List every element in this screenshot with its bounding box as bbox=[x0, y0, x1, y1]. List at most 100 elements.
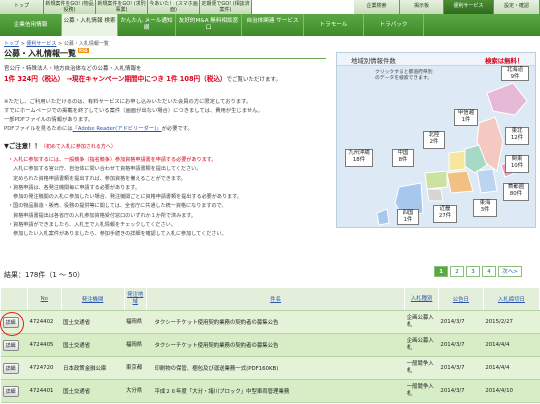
page-4[interactable]: 4 bbox=[482, 266, 496, 277]
subnav-credit-info[interactable]: 企業信用情報 bbox=[0, 14, 62, 36]
region-shikoku[interactable]: 四国 1件 bbox=[397, 209, 419, 225]
subnav-bid-search[interactable]: 公募・入札情報 検索 bbox=[62, 14, 118, 36]
page-1[interactable]: 1 bbox=[434, 266, 448, 277]
cell-no: 4724401 bbox=[27, 379, 62, 403]
intro-text: 官公庁・特殊法人・地方自治体などの公募・入札情報を bbox=[4, 66, 142, 72]
cell-kind: 一般競争入札 bbox=[404, 356, 439, 380]
col-org[interactable]: 発注機関 bbox=[60, 287, 125, 311]
cell-date: 2014/3/7 bbox=[438, 379, 484, 403]
nav-services[interactable]: 便利サービス bbox=[444, 0, 494, 14]
nav-subscription[interactable]: 定期便でGO! (相談済案件) bbox=[200, 0, 252, 14]
page-3[interactable]: 3 bbox=[466, 266, 480, 277]
page-2[interactable]: 2 bbox=[450, 266, 464, 277]
region-hokuriku[interactable]: 北陸 2件 bbox=[423, 131, 445, 149]
cell-no: 4724405 bbox=[27, 333, 62, 357]
note-line: ※ただし、ご利用いただけるのは、有料サービスにお申し込みいただいた会員の方に限定… bbox=[4, 99, 252, 105]
cell-title: タクシーチケット使用契約業務の契約者の募集公告 bbox=[146, 333, 405, 357]
detail-button[interactable]: 詳細 bbox=[2, 385, 19, 397]
cell-region: 福岡県 bbox=[124, 333, 147, 357]
caution-subtitle: （初めて入札に参加される方へ） bbox=[40, 144, 116, 150]
caution-line: 定められた資格申請書類を提出すれば、参加資格を備えることができます。 bbox=[8, 175, 186, 182]
nav-spacer bbox=[252, 0, 354, 14]
col-date[interactable]: 公告日 bbox=[437, 287, 484, 311]
adobe-reader-link[interactable]: 『Adobe Reader(アドビリーダー)』 bbox=[73, 126, 162, 132]
table-header: No 発注機関 発注地域 件名 入札種別 公告日 入札締切日 bbox=[0, 287, 540, 311]
subnav-tramall[interactable]: トラモール bbox=[304, 14, 364, 36]
price-info: 1件 324円（税込） →現在キャンペーン期間中につき 1件 108円（税込）で… bbox=[4, 73, 281, 83]
breadcrumb-services[interactable]: 便利サービス bbox=[26, 41, 56, 47]
cell-org: 日本政策金融公庫 bbox=[61, 356, 124, 380]
caution-heading: ▼ご注意！！（初めて入札に参加される方へ） bbox=[4, 141, 116, 150]
caution-line: ・国の物品製造・販売、役務の提供等に関しては、全省庁に共通した統一資格になります… bbox=[8, 203, 227, 210]
cell-org: 国土交通省 bbox=[61, 333, 124, 357]
subnav-ma-consult[interactable]: 友好的M&A 無料相談窓口 bbox=[176, 14, 242, 36]
breadcrumb-current: 公募・入札情報一覧 bbox=[63, 41, 109, 47]
detail-button[interactable]: 詳細 bbox=[2, 362, 19, 374]
sub-nav: 企業信用情報 公募・入札情報 検索 かんたん メール通知網 友好的M&A 無料相… bbox=[0, 14, 540, 36]
price-main: 1件 324円（税込） →現在キャンペーン期間中につき 1件 108円（税込） bbox=[4, 75, 227, 83]
table-row: 詳細 4724405 国土交通省 福岡県 タクシーチケット使用契約業務の契約者の… bbox=[0, 333, 540, 357]
caution-line: 入札に参加する官公庁、自治体に問い合わせて資格申請書類を提出してください。 bbox=[8, 166, 202, 173]
caution-line: 参加の発注機関の入札に参加したい場合、発注機関ごとに資格申請書類を提出する必要が… bbox=[8, 194, 242, 201]
caution-line: ・資格申請は、各発注機関毎に申請する必要があります。 bbox=[8, 184, 140, 191]
caution-title: ▼ご注意！！ bbox=[4, 142, 41, 150]
breadcrumb: トップ > 便利サービス > 公募・入札情報一覧 bbox=[4, 40, 109, 47]
breadcrumb-sep: > bbox=[58, 41, 63, 47]
caution-line: ・入札に参加するには、一般競争（指名競争）参加資格申請書を申請する必要があります… bbox=[8, 157, 217, 163]
cell-deadline: 2014/4/4 bbox=[483, 356, 540, 380]
subnav-municipal[interactable]: 自治体関連 サービス bbox=[242, 14, 304, 36]
caution-line: 参加したい入札案件がありましたら、参加手続きの詳細を確認して入札に参加してくださ… bbox=[8, 231, 227, 238]
col-deadline[interactable]: 入札締切日 bbox=[482, 287, 540, 311]
cell-deadline: 2014/4/4 bbox=[483, 333, 540, 357]
table-row: 詳細 4724720 日本政策金融公庫 東京都 印刷物の保管、梱包及び運送業務一… bbox=[0, 356, 540, 380]
cell-region: 東京都 bbox=[124, 356, 147, 380]
nav-new-goods[interactable]: 新規案件をGO! (物品役務) bbox=[44, 0, 96, 14]
price-tail: でご覧いただけます。 bbox=[226, 77, 281, 83]
region-koshinetsu[interactable]: 甲信越 1件 bbox=[454, 109, 478, 126]
rss-icon[interactable]: RSS bbox=[78, 48, 89, 53]
nav-top[interactable]: トップ bbox=[0, 0, 44, 14]
region-hokkaido[interactable]: 北海道 9件 bbox=[501, 66, 529, 81]
detail-button[interactable]: 詳細 bbox=[2, 339, 19, 351]
region-map: 地域別情報件数 検索は無料！ クリックすると都道府県別 のデータを検索できます。… bbox=[336, 52, 536, 228]
caution-line: 資格申請書提出は各省庁の入札参加資格受付窓口のいずれか１か所で済みます。 bbox=[8, 212, 196, 219]
col-title[interactable]: 件名 bbox=[145, 287, 406, 311]
nav-mobile[interactable]: 今あいた！ (スマホ画面) bbox=[148, 0, 200, 14]
note-line: すでにホームページでの掲載を終了している案件（画面が出ない場合）につきましては、… bbox=[4, 108, 263, 114]
subnav-trapack[interactable]: トラパック bbox=[364, 14, 424, 36]
results-table: No 発注機関 発注地域 件名 入札種別 公告日 入札締切日 詳細 472440… bbox=[0, 287, 540, 403]
cell-org: 国土交通省 bbox=[61, 379, 124, 403]
region-kanto[interactable]: 関東 10件 bbox=[505, 155, 529, 173]
cell-deadline: 2015/2/27 bbox=[483, 310, 540, 334]
col-kind[interactable]: 入札種別 bbox=[404, 287, 439, 311]
pagination: 1 2 3 4 次へ> bbox=[434, 266, 522, 277]
region-kinki[interactable]: 近畿 27件 bbox=[433, 205, 457, 223]
col-region[interactable]: 発注地域 bbox=[123, 287, 147, 311]
cell-no: 4724402 bbox=[27, 310, 62, 334]
breadcrumb-home[interactable]: トップ bbox=[4, 41, 19, 47]
nav-new-bids[interactable]: 新規案件をGO! (求刑事業) bbox=[96, 0, 148, 14]
note-line: PDFファイルを見るためには『Adobe Reader(アドビリーダー)』が必要… bbox=[4, 126, 193, 132]
cell-kind: 一般競争入札 bbox=[404, 379, 439, 403]
breadcrumb-sep: > bbox=[20, 41, 25, 47]
col-no[interactable]: No bbox=[26, 287, 62, 311]
caution-list: ・入札に参加するには、一般競争（指名競争）参加資格申請書を申請する必要があります… bbox=[8, 156, 330, 240]
table-row: 詳細 4724401 国土交通省 大分県 平成２６年度「大分・諸川ブロック」中型… bbox=[0, 379, 540, 403]
region-tohoku[interactable]: 東北 12件 bbox=[505, 127, 529, 145]
cell-date: 2014/3/7 bbox=[438, 333, 484, 357]
region-kyushu-okinawa[interactable]: 九州沖縄 18件 bbox=[345, 149, 373, 167]
region-chugoku[interactable]: 中国 8件 bbox=[392, 149, 414, 167]
cell-date: 2014/3/7 bbox=[438, 356, 484, 380]
page-title: 公募・入札情報一覧 RSS bbox=[4, 48, 326, 59]
subnav-mail-notify[interactable]: かんたん メール通知網 bbox=[118, 14, 176, 36]
caution-line: ・資格申請ができましたら、入札王で入札情報をチェックしてください。 bbox=[8, 222, 176, 229]
note-line: 一部PDFファイルの情報があります。 bbox=[4, 117, 94, 123]
next-page[interactable]: 次へ> bbox=[498, 266, 522, 277]
nav-company-search[interactable]: 企業検索 bbox=[354, 0, 400, 14]
region-tokai[interactable]: 東海 3件 bbox=[473, 199, 497, 217]
cell-org: 国土交通省 bbox=[61, 310, 124, 334]
region-shutoken[interactable]: 首都圏 80件 bbox=[503, 183, 529, 201]
nav-board[interactable]: 掲示板 bbox=[400, 0, 444, 14]
cell-kind: 企画公募入札 bbox=[404, 310, 439, 334]
nav-settings[interactable]: 設定・確認 bbox=[494, 0, 540, 14]
